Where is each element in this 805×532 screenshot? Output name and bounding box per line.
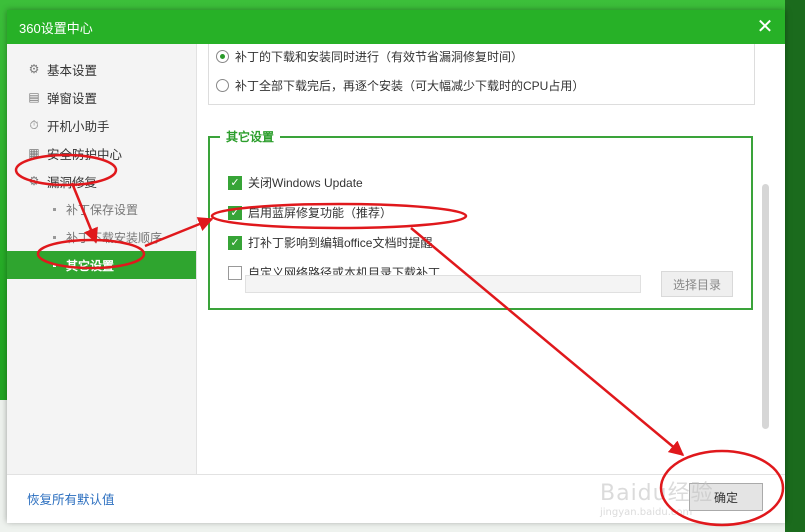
sidebar-item-label: 安全防护中心 [47, 147, 123, 162]
gear-icon: ⚙ [28, 174, 40, 188]
title-bar: 360设置中心 ✕ [7, 10, 785, 44]
gear-icon: ⚙ [28, 62, 40, 76]
window-icon: ▤ [28, 90, 40, 104]
sidebar-item-label: 弹窗设置 [47, 91, 98, 106]
sidebar-item-label: 开机小助手 [47, 119, 110, 134]
bullet-icon [53, 235, 56, 239]
browse-directory-button[interactable]: 选择目录 [661, 271, 733, 297]
desktop-right-strip [785, 0, 805, 532]
checkbox-label: 打补丁影响到编辑office文档时提醒 [248, 236, 433, 250]
sidebar-item-label: 漏洞修复 [47, 175, 98, 190]
checkbox-disable-windows-update[interactable]: ✓ 关闭Windows Update [228, 174, 363, 191]
restore-defaults-link[interactable]: 恢复所有默认值 [27, 489, 115, 508]
checkbox-label: 启用蓝屏修复功能（推荐） [248, 206, 393, 220]
shield-grid-icon: ▦ [28, 146, 40, 160]
checkmark-icon[interactable]: ✓ [228, 205, 242, 220]
sidebar-subitem-other-settings[interactable]: 其它设置 [7, 251, 196, 279]
sidebar-item-basic[interactable]: ⚙ 基本设置 [7, 55, 196, 83]
group-title: 其它设置 [226, 130, 275, 144]
vertical-scrollbar[interactable] [762, 44, 772, 464]
checkbox-office-reminder[interactable]: ✓ 打补丁影响到编辑office文档时提醒 [228, 234, 432, 251]
checkbox-box[interactable] [228, 265, 242, 280]
sidebar-subitem-label: 补丁下载安装顺序 [66, 230, 163, 245]
sidebar-item-vuln-fix[interactable]: ⚙ 漏洞修复 [7, 167, 196, 195]
stopwatch-icon: ⏱ [29, 117, 39, 132]
checkmark-icon[interactable]: ✓ [228, 235, 242, 250]
radio-label: 补丁全部下载完后，再逐个安装（可大幅减少下载时的CPU占用） [235, 79, 585, 93]
radio-button[interactable] [216, 79, 229, 92]
sidebar-subitem-patch-save[interactable]: 补丁保存设置 [7, 195, 196, 223]
sidebar-subitem-download-order[interactable]: 补丁下载安装顺序 [7, 223, 196, 251]
watermark-text: Baidu经验 [600, 481, 714, 506]
checkmark-icon[interactable]: ✓ [228, 175, 242, 190]
main-content: 补丁的下载和安装同时进行（有效节省漏洞修复时间） 补丁全部下载完后，再逐个安装（… [197, 44, 785, 474]
download-path-input[interactable] [245, 275, 641, 293]
sidebar-item-security-center[interactable]: ▦ 安全防护中心 [7, 139, 196, 167]
checkbox-label: 关闭Windows Update [248, 176, 363, 190]
sidebar-item-boot-assistant[interactable]: ⏱ 开机小助手 [7, 111, 196, 139]
radio-download-then-install[interactable]: 补丁全部下载完后，再逐个安装（可大幅减少下载时的CPU占用） [216, 77, 584, 94]
close-icon[interactable]: ✕ [755, 17, 775, 37]
radio-download-install-parallel[interactable]: 补丁的下载和安装同时进行（有效节省漏洞修复时间） [216, 48, 523, 65]
radio-label: 补丁的下载和安装同时进行（有效节省漏洞修复时间） [235, 50, 524, 64]
sidebar-item-label: 基本设置 [47, 63, 98, 78]
sidebar-subitem-label: 其它设置 [66, 258, 115, 273]
watermark: Baidu经验 jingyan.baidu.com [600, 475, 714, 518]
radio-button[interactable] [216, 50, 229, 63]
watermark-subtext: jingyan.baidu.com [600, 507, 693, 518]
window-title: 360设置中心 [19, 20, 93, 36]
bullet-icon [53, 207, 56, 211]
sidebar-item-popup[interactable]: ▤ 弹窗设置 [7, 83, 196, 111]
settings-dialog: 360设置中心 ✕ ⚙ 基本设置 ▤ 弹窗设置 ⏱ 开机小助手 ▦ 安全防护中心… [7, 10, 785, 523]
bullet-icon [53, 263, 56, 267]
sidebar: ⚙ 基本设置 ▤ 弹窗设置 ⏱ 开机小助手 ▦ 安全防护中心 ⚙ 漏洞修复 补丁… [7, 44, 197, 474]
checkbox-bluescreen-fix[interactable]: ✓ 启用蓝屏修复功能（推荐） [228, 204, 392, 221]
scrollbar-thumb[interactable] [762, 184, 769, 429]
other-settings-group: 其它设置 ✓ 关闭Windows Update ✓ 启用蓝屏修复功能（推荐） ✓… [208, 128, 753, 310]
sidebar-subitem-label: 补丁保存设置 [66, 202, 139, 217]
